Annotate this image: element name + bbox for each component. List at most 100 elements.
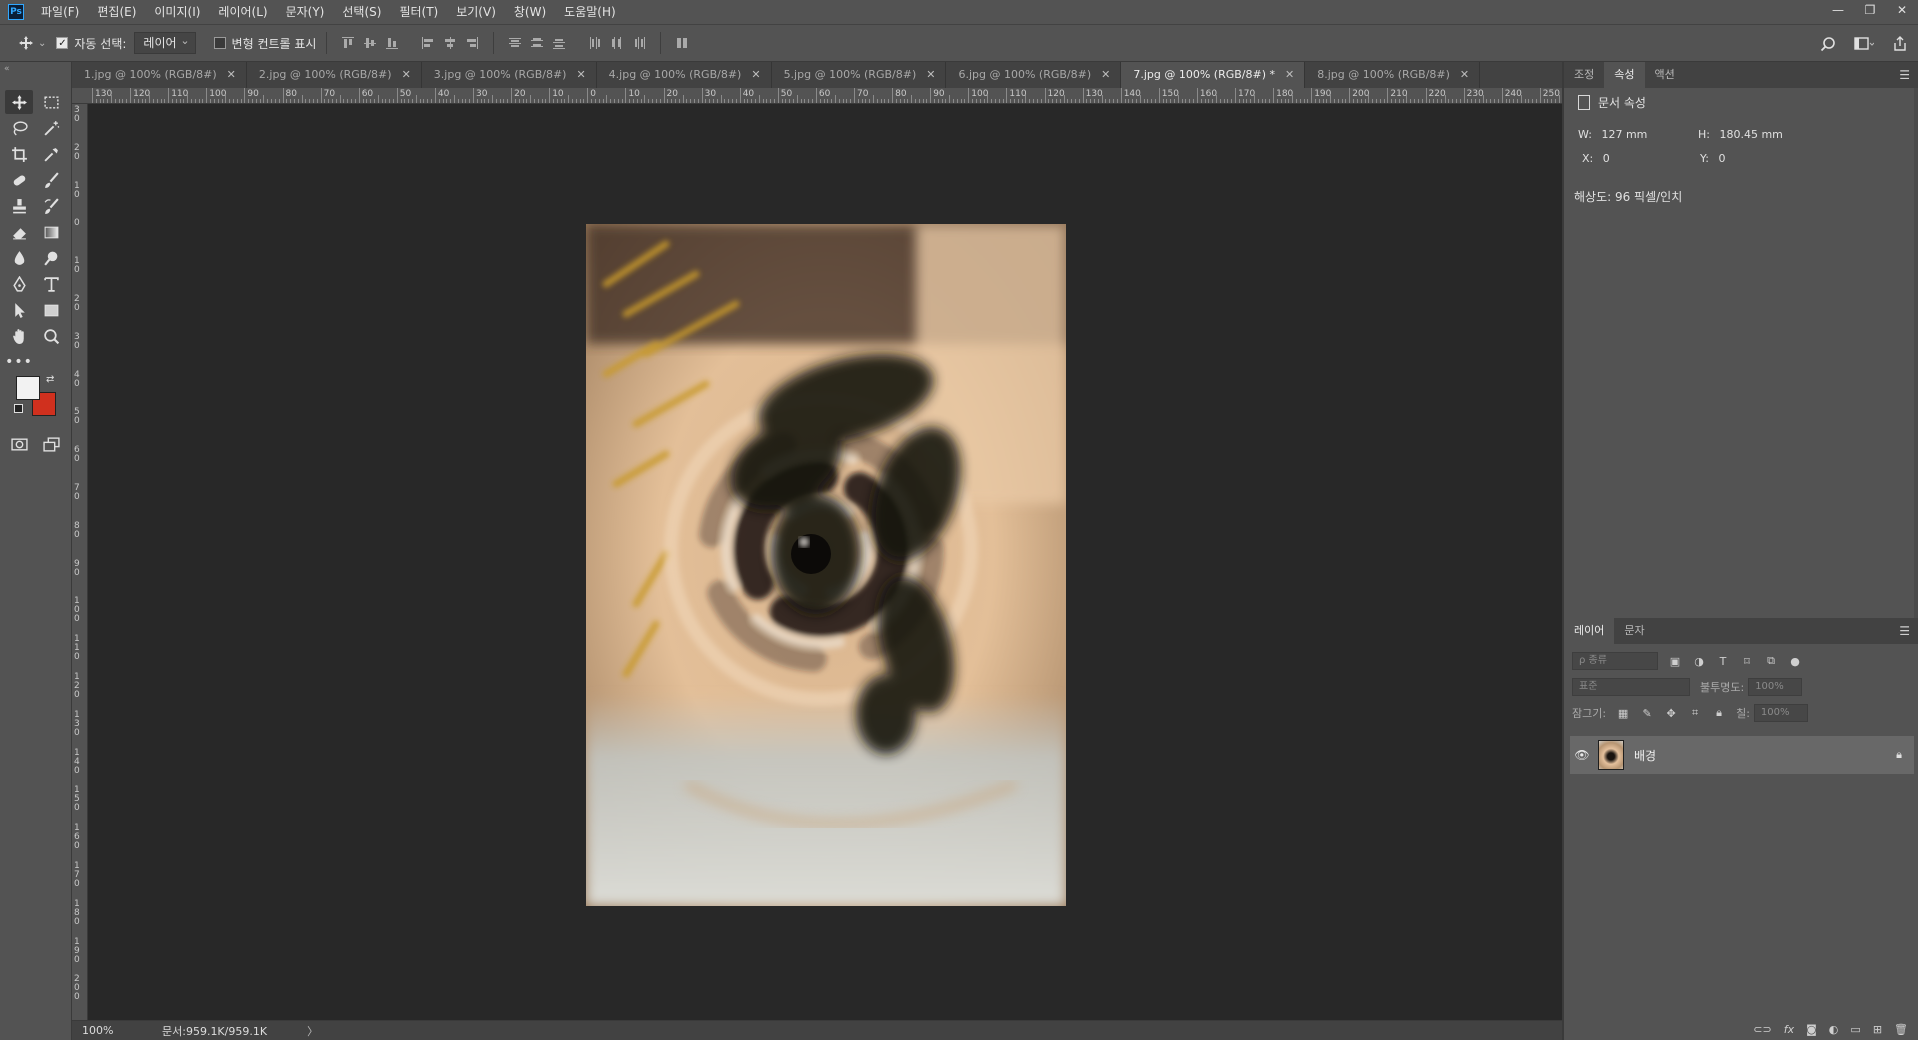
history-brush-tool-icon[interactable] (37, 194, 65, 218)
align-vcenter-icon[interactable] (359, 32, 381, 54)
adjustment-icon[interactable]: ◐ (1829, 1023, 1839, 1036)
menu-window[interactable]: 창(W) (505, 0, 555, 24)
filter-toggle-icon[interactable]: ● (1788, 654, 1802, 668)
healing-brush-tool-icon[interactable] (5, 168, 33, 192)
panel-menu-icon[interactable]: ☰ (1899, 68, 1910, 82)
lock-pixels-icon[interactable]: ✎ (1640, 706, 1654, 720)
search-icon[interactable] (1816, 32, 1840, 56)
close-tab-icon[interactable]: ✕ (402, 62, 411, 88)
move-tool-preset-icon[interactable] (14, 31, 38, 55)
opacity-field[interactable]: 100% (1748, 678, 1803, 696)
doc-tab-5[interactable]: 5.jpg @ 100% (RGB/8#) ✕ (771, 62, 947, 88)
hand-tool-icon[interactable] (5, 324, 33, 348)
tab-actions[interactable]: 액션 (1645, 62, 1685, 88)
type-tool-icon[interactable] (37, 272, 65, 296)
close-window-button[interactable]: ✕ (1886, 0, 1918, 20)
close-tab-icon[interactable]: ✕ (1101, 62, 1110, 88)
distribute-top-icon[interactable] (504, 32, 526, 54)
align-bottom-icon[interactable] (381, 32, 403, 54)
menu-select[interactable]: 선택(S) (333, 0, 390, 24)
tab-character[interactable]: 문자 (1614, 618, 1654, 644)
filter-smart-object-icon[interactable]: ⧉ (1764, 654, 1778, 668)
distribute-right-icon[interactable] (628, 32, 650, 54)
auto-align-layers-icon[interactable] (671, 32, 693, 54)
menu-image[interactable]: 이미지(I) (145, 0, 209, 24)
filter-shape-icon[interactable]: ⌑ (1740, 654, 1754, 668)
tab-layers[interactable]: 레이어 (1564, 618, 1615, 644)
fill-field[interactable]: 100% (1753, 704, 1808, 722)
distribute-left-icon[interactable] (584, 32, 606, 54)
marquee-tool-icon[interactable] (37, 90, 65, 114)
lock-all-icon[interactable]: 🔒︎ (1712, 706, 1726, 720)
lasso-tool-icon[interactable] (5, 116, 33, 140)
layer-kind-filter[interactable]: ρ 종류 (1572, 652, 1658, 670)
layer-name[interactable]: 배경 (1634, 747, 1656, 764)
screen-mode-icon[interactable] (37, 432, 65, 456)
properties-scrollbar[interactable] (1914, 88, 1918, 618)
y-field[interactable]: Y: 0 (1700, 152, 1725, 165)
align-left-icon[interactable] (417, 32, 439, 54)
swap-colors-icon[interactable]: ⇄ (46, 374, 54, 385)
tab-properties[interactable]: 속성 (1604, 62, 1645, 88)
clone-stamp-tool-icon[interactable] (5, 194, 33, 218)
foreground-color-swatch-front[interactable] (16, 376, 40, 400)
menu-layer[interactable]: 레이어(L) (209, 0, 276, 24)
share-icon[interactable] (1888, 32, 1912, 56)
tab-adjustments[interactable]: 조정 (1564, 62, 1604, 88)
doc-tab-1[interactable]: 1.jpg @ 100% (RGB/8#) ✕ (72, 62, 247, 88)
layer-lock-icon[interactable]: 🔒︎ (1896, 748, 1902, 762)
lock-position-icon[interactable]: ✥ (1664, 706, 1678, 720)
close-tab-icon[interactable]: ✕ (576, 62, 585, 88)
new-layer-icon[interactable]: ⊞ (1873, 1023, 1882, 1036)
doc-tab-4[interactable]: 4.jpg @ 100% (RGB/8#) ✕ (596, 62, 772, 88)
more-tools-icon[interactable]: ••• (5, 350, 33, 374)
path-selection-tool-icon[interactable] (5, 298, 33, 322)
layers-panel-menu-icon[interactable]: ☰ (1899, 624, 1910, 638)
close-tab-icon[interactable]: ✕ (1460, 62, 1469, 88)
folder-icon[interactable]: ▭ (1850, 1023, 1860, 1036)
menu-view[interactable]: 보기(V) (447, 0, 505, 24)
close-tab-icon[interactable]: ✕ (751, 62, 760, 88)
workspace-icon[interactable] (1852, 32, 1876, 56)
pen-tool-icon[interactable] (5, 272, 33, 296)
auto-select-dropdown[interactable]: 레이어 (134, 31, 196, 54)
layer-row[interactable]: 👁︎ 배경 🔒︎ (1570, 736, 1914, 774)
eyedropper-tool-icon[interactable] (37, 142, 65, 166)
magic-wand-tool-icon[interactable] (37, 116, 65, 140)
align-right-icon[interactable] (461, 32, 483, 54)
align-hcenter-icon[interactable] (439, 32, 461, 54)
distribute-bottom-icon[interactable] (548, 32, 570, 54)
x-field[interactable]: X: 0 (1582, 152, 1610, 165)
menu-file[interactable]: 파일(F) (32, 0, 88, 24)
blend-mode-dropdown[interactable]: 표준 (1572, 678, 1690, 696)
lock-transparent-icon[interactable]: ▦ (1616, 706, 1630, 720)
restore-button[interactable]: ❐ (1854, 0, 1886, 20)
quick-mask-icon[interactable] (5, 432, 33, 456)
preset-dropdown-icon[interactable]: ⌄ (38, 38, 46, 49)
visibility-eye-icon[interactable]: 👁︎ (1572, 748, 1592, 762)
filter-type-icon[interactable]: T (1716, 654, 1730, 668)
menu-filter[interactable]: 필터(T) (390, 0, 447, 24)
filter-pixel-icon[interactable]: ▣ (1668, 654, 1682, 668)
doc-tab-2[interactable]: 2.jpg @ 100% (RGB/8#) ✕ (246, 62, 422, 88)
rectangle-tool-icon[interactable] (37, 298, 65, 322)
close-tab-icon[interactable]: ✕ (227, 62, 236, 88)
lock-artboard-icon[interactable]: ⌗ (1688, 706, 1702, 720)
crop-tool-icon[interactable] (5, 142, 33, 166)
close-tab-icon[interactable]: ✕ (926, 62, 935, 88)
mask-icon[interactable]: ◙ (1806, 1023, 1817, 1036)
menu-edit[interactable]: 편집(E) (88, 0, 145, 24)
auto-select-checkbox[interactable]: ✓ (56, 37, 69, 49)
doc-tab-8[interactable]: 8.jpg @ 100% (RGB/8#) ✕ (1305, 62, 1481, 88)
move-tool-icon[interactable] (5, 90, 33, 114)
status-menu-arrow-icon[interactable]: 〉 (307, 1023, 318, 1039)
trash-icon[interactable]: 🗑︎ (1894, 1023, 1908, 1036)
fx-icon[interactable]: fx (1784, 1023, 1794, 1036)
distribute-vcenter-icon[interactable] (526, 32, 548, 54)
document-image[interactable] (586, 224, 1066, 906)
height-field[interactable]: H: 180.45 mm (1698, 128, 1783, 141)
distribute-hcenter-icon[interactable] (606, 32, 628, 54)
doc-tab-7[interactable]: 7.jpg @ 100% (RGB/8#) * ✕ (1121, 62, 1306, 88)
zoom-tool-icon[interactable] (37, 324, 65, 348)
horizontal-ruler[interactable]: 130 120 110 100 90 80 70 60 50 40 30 20 10 0 10 20 30 40 5… (86, 88, 1562, 104)
